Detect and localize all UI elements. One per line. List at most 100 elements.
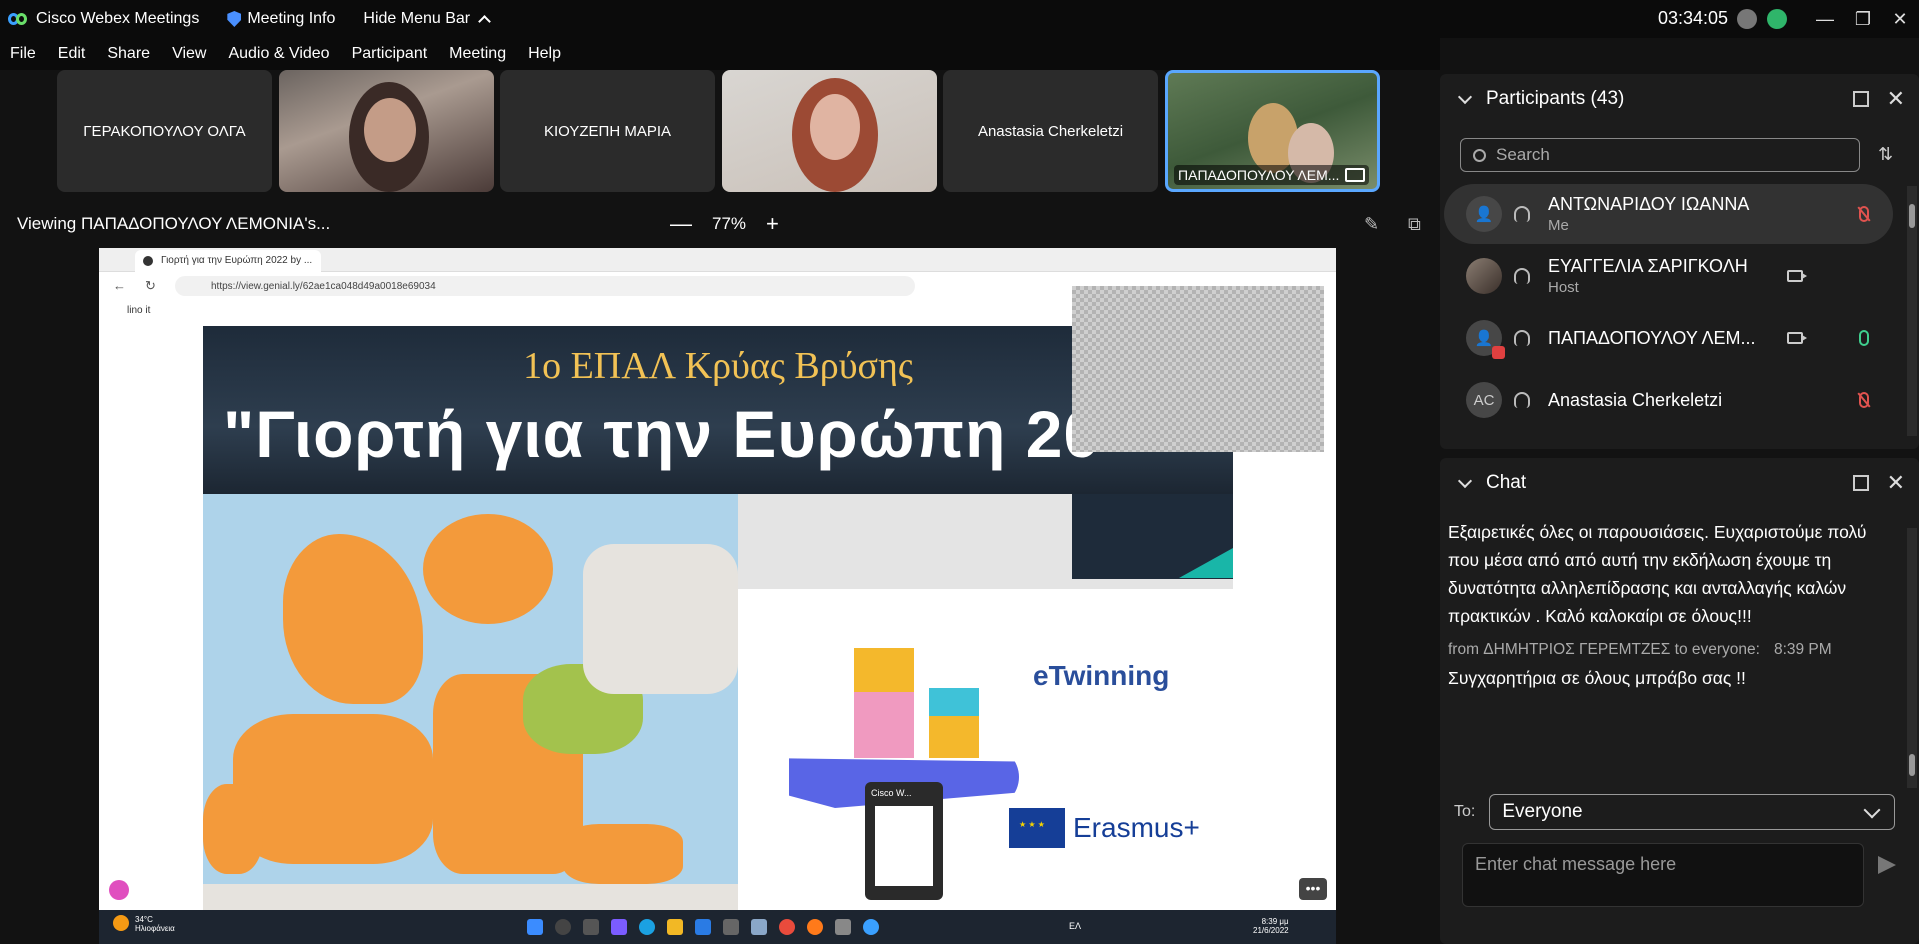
participant-row[interactable]: AC Anastasia Cherkeletzi: [1444, 370, 1893, 430]
erasmus-logo: Erasmus+: [1009, 808, 1200, 848]
pop-out-icon[interactable]: [1853, 91, 1869, 107]
search-icon: [1473, 148, 1486, 162]
mic-muted-icon[interactable]: [1859, 206, 1869, 222]
etwinning-logo: eTwinning: [1033, 660, 1169, 692]
chat-scrollbar[interactable]: [1907, 528, 1917, 788]
participant-name: ΓΕΡΑΚΟΠΟΥΛΟΥ ΟΛΓΑ: [83, 122, 246, 140]
zoom-out-button[interactable]: —: [670, 211, 692, 237]
chat-title: Chat: [1486, 472, 1527, 493]
language-indicator: ΕΛ: [1069, 921, 1082, 931]
chat-time: 8:39 PM: [1773, 641, 1832, 658]
zoom-in-button[interactable]: +: [766, 211, 779, 237]
illustration-person: [929, 688, 979, 758]
close-panel-icon[interactable]: ✕: [1887, 86, 1905, 112]
search-placeholder: Search: [1496, 145, 1550, 164]
participant-name: Anastasia Cherkeletzi: [977, 122, 1124, 140]
viewing-label: Viewing ΠΑΠΑΔΟΠΟΥΛΟΥ ΛΕΜΟΝΙΑ's...: [17, 214, 331, 233]
teams-icon: [611, 919, 627, 935]
recipient-select[interactable]: Everyone: [1489, 794, 1896, 830]
mic-muted-icon[interactable]: [1859, 392, 1869, 408]
slide-title-event: "Γιορτή για την Ευρώπη 20: [223, 397, 1102, 471]
mic-active-icon[interactable]: [1859, 330, 1869, 346]
video-tile[interactable]: Anastasia Cherkeletzi: [943, 70, 1158, 192]
chat-panel: Chat ✕ Εξαιρετικές όλες οι παρουσιάσεις.…: [1440, 458, 1919, 944]
camera-icon: [1787, 332, 1807, 344]
collapse-chevron-icon[interactable]: [1457, 473, 1473, 488]
chat-input[interactable]: Enter chat message here: [1462, 843, 1864, 907]
menu-meeting[interactable]: Meeting: [449, 45, 506, 63]
edge-icon: [639, 919, 655, 935]
back-icon: ←: [113, 278, 126, 293]
pop-out-share-icon[interactable]: ⧉: [1408, 214, 1421, 235]
scrollbar-thumb[interactable]: [1909, 204, 1915, 228]
scrollbar-thumb[interactable]: [1909, 754, 1915, 776]
video-tile[interactable]: ΓΕΡΑΚΟΠΟΥΛΟΥ ΟΛΓΑ: [57, 70, 272, 192]
chat-sender: from ΔΗΜΗΤΡΙΟΣ ΓΕΡΕΜΤΖΕΣ to everyone:: [1448, 641, 1760, 658]
browser-tab-bar: Γιορτή για την Ευρώπη 2022 by ...: [99, 248, 1336, 272]
network-icon[interactable]: [1737, 9, 1757, 29]
participant-row[interactable]: 👤 ΠΑΠΑΔΟΠΟΥΛΟΥ ΛΕΜ...: [1444, 308, 1893, 368]
shield-icon: [227, 11, 242, 27]
shared-screen[interactable]: Γιορτή για την Ευρώπη 2022 by ... ← ↻ ht…: [99, 248, 1336, 944]
zoom-level: 77%: [712, 214, 747, 233]
close-window-button[interactable]: ✕: [1880, 4, 1919, 34]
chrome-icon: [779, 919, 795, 935]
participant-row[interactable]: ΕΥΑΓΓΕΛΙΑ ΣΑΡΙΓΚΟΛΗ Host: [1444, 246, 1893, 306]
participant-name: ΕΥΑΓΓΕΛΙΑ ΣΑΡΙΓΚΟΛΗ: [1548, 256, 1748, 276]
video-tile[interactable]: ΚΙΟΥΖΕΠΗ ΜΑΡΙΑ: [500, 70, 715, 192]
meeting-info-button[interactable]: Meeting Info: [227, 10, 335, 28]
menu-edit[interactable]: Edit: [58, 45, 86, 63]
chat-message-text: Συγχαρητήρια σε όλους μπράβο σας !!: [1448, 668, 1746, 688]
participant-search-input[interactable]: Search: [1460, 138, 1860, 172]
webex-logo-icon: [8, 11, 30, 27]
app-icon: [751, 919, 767, 935]
menu-participant[interactable]: Participant: [352, 45, 428, 63]
avatar: 👤: [1466, 320, 1505, 359]
task-view-icon: [583, 919, 599, 935]
menu-audio-video[interactable]: Audio & Video: [228, 45, 329, 63]
participant-row[interactable]: 👤 ΑΝΤΩΝΑΡΙΔΟΥ ΙΩΑΝΝΑ Me: [1444, 184, 1893, 244]
video-tile[interactable]: [722, 70, 937, 192]
weather-widget: 34°C Ηλιοφάνεια: [113, 915, 175, 933]
viewing-bar: Viewing ΠΑΠΑΔΟΠΟΥΛΟΥ ΛΕΜΟΝΙΑ's... — 77% …: [0, 204, 1440, 244]
europe-map: [203, 494, 738, 944]
video-tile[interactable]: [279, 70, 494, 192]
pop-out-icon[interactable]: [1853, 475, 1869, 491]
browser-tab[interactable]: Γιορτή για την Ευρώπη 2022 by ...: [135, 250, 321, 272]
taskbar-time: 8:39 μμ: [1261, 917, 1289, 926]
avatar: 👤: [1466, 196, 1502, 232]
annotate-icon[interactable]: ✎: [1364, 214, 1379, 235]
sort-icon[interactable]: ⇅: [1878, 144, 1893, 165]
map-region: [423, 514, 553, 624]
signal-icon[interactable]: [1767, 9, 1787, 29]
collapse-chevron-icon[interactable]: [1457, 89, 1473, 104]
chat-header: Chat ✕: [1440, 458, 1919, 508]
store-icon: [723, 919, 739, 935]
menu-file[interactable]: File: [10, 45, 36, 63]
menu-help[interactable]: Help: [528, 45, 561, 63]
restore-button[interactable]: ❐: [1843, 4, 1883, 34]
chat-message-meta: from ΔΗΜΗΤΡΙΟΣ ΓΕΡΕΜΤΖΕΣ to everyone: 8:3…: [1448, 636, 1888, 664]
participant-face: [364, 98, 416, 162]
to-label: To:: [1454, 803, 1476, 820]
hide-menu-bar-button[interactable]: Hide Menu Bar: [363, 10, 491, 28]
windows-start-icon: [527, 919, 543, 935]
weather-text: Ηλιοφάνεια: [135, 924, 175, 933]
menu-share[interactable]: Share: [107, 45, 150, 63]
menu-bar: File Edit Share View Audio & Video Parti…: [0, 38, 1440, 70]
close-panel-icon[interactable]: ✕: [1887, 470, 1905, 496]
minimize-button[interactable]: —: [1805, 4, 1845, 34]
refresh-icon: ↻: [145, 278, 156, 293]
menu-view[interactable]: View: [172, 45, 206, 63]
video-tile-active[interactable]: ΠΑΠΑΔΟΠΟΥΛΟΥ ΛΕΜ...: [1165, 70, 1380, 192]
participant-name: ΠΑΠΑΔΟΠΟΥΛΟΥ ΛΕΜ...: [1548, 327, 1756, 348]
taskbar-clock: 8:39 μμ 21/6/2022: [1253, 917, 1289, 935]
meeting-timer: 03:34:05: [1658, 8, 1729, 28]
chat-messages: Εξαιρετικές όλες οι παρουσιάσεις. Ευχαρι…: [1448, 518, 1888, 692]
etwinning-text: eTwinning: [1033, 660, 1170, 691]
send-icon[interactable]: [1878, 856, 1896, 874]
popup-title: Cisco W...: [871, 788, 912, 798]
map-region: [583, 544, 738, 694]
avatar: AC: [1466, 382, 1502, 418]
chevron-up-icon: [478, 15, 491, 28]
